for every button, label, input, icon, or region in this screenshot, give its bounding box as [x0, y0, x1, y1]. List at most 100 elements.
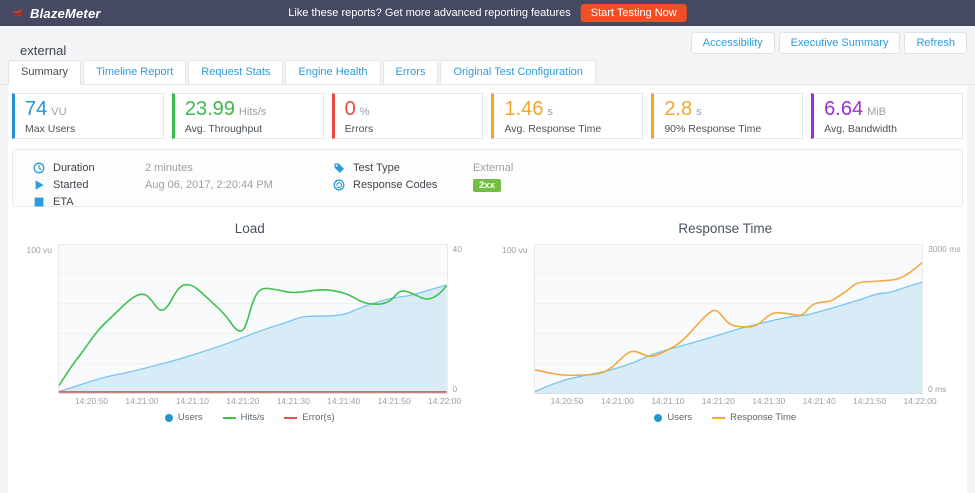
detail-row-eta: ETA: [33, 193, 333, 210]
kpi-unit: %: [360, 106, 370, 118]
legend-item-error-s[interactable]: Error(s): [284, 412, 334, 423]
page-title: external: [20, 43, 66, 58]
tab-request-stats[interactable]: Request Stats: [188, 60, 283, 85]
legend-line-swatch: [284, 417, 297, 419]
detail-value: 2xx: [473, 179, 501, 192]
report-tabs: SummaryTimeline ReportRequest StatsEngin…: [0, 60, 975, 85]
kpi-value: 0: [345, 98, 356, 120]
square-icon: [33, 196, 45, 208]
x-tick-label: 14:21:10: [651, 396, 684, 406]
detail-value-wrap: 2 minutes: [145, 162, 333, 174]
legend-label: Users: [667, 412, 692, 423]
kpi-label: Errors: [345, 123, 473, 135]
legend-item-response-time[interactable]: Response Time: [712, 412, 796, 423]
tab-original-test-configuration[interactable]: Original Test Configuration: [440, 60, 595, 85]
kpi-label: 90% Response Time: [664, 123, 792, 135]
x-tick-label: 14:21:50: [853, 396, 886, 406]
detail-row-test-type: Test TypeExternal: [333, 159, 962, 176]
response-codes-icon: [333, 179, 345, 191]
chart-plot-area: [58, 244, 448, 394]
start-testing-button[interactable]: Start Testing Now: [581, 4, 687, 22]
detail-value: 2 minutes: [145, 162, 193, 174]
legend-dot-swatch: [165, 414, 173, 422]
legend-item-users[interactable]: Users: [654, 412, 692, 423]
detail-row-response-codes: Response Codes2xx: [333, 176, 962, 193]
right-axis-bottom-label: 0: [453, 384, 488, 394]
x-tick-label: 14:21:20: [226, 396, 259, 406]
refresh-button[interactable]: Refresh: [904, 32, 967, 54]
right-axis-top-label: 3000 ms: [928, 244, 963, 254]
detail-value: External: [473, 162, 513, 174]
blazemeter-logo[interactable]: BlazeMeter: [10, 6, 101, 21]
x-tick-label: 14:21:10: [176, 396, 209, 406]
detail-label: Test Type: [353, 162, 473, 174]
detail-label: Started: [53, 179, 145, 191]
accessibility-button[interactable]: Accessibility: [691, 32, 775, 54]
kpi-unit: MiB: [867, 106, 886, 118]
tab-timeline-report[interactable]: Timeline Report: [83, 60, 186, 85]
x-tick-label: 14:21:30: [277, 396, 310, 406]
tab-errors[interactable]: Errors: [383, 60, 439, 85]
x-tick-label: 14:22:00: [904, 396, 937, 406]
kpi-label: Max Users: [25, 123, 153, 135]
brand-text: BlazeMeter: [30, 6, 101, 21]
clock-icon: [33, 162, 45, 174]
right-axis-bottom-label: 0 ms: [928, 384, 963, 394]
x-axis: 14:20:5014:21:0014:21:1014:21:2014:21:30…: [534, 394, 924, 407]
x-tick-label: 14:21:40: [803, 396, 836, 406]
detail-row-duration: Duration2 minutes: [33, 159, 333, 176]
kpi-card-avg-bandwidth: 6.64MiBAvg. Bandwidth: [811, 93, 963, 139]
test-details-right-column: Test TypeExternalResponse Codes2xx: [333, 159, 962, 197]
chart-title: Load: [12, 221, 488, 236]
blazemeter-flame-icon: [10, 7, 26, 19]
kpi-card-avg-throughput: 23.99Hits/sAvg. Throughput: [172, 93, 324, 139]
kpi-label: Avg. Response Time: [504, 123, 632, 135]
legend-label: Hits/s: [241, 412, 265, 423]
legend-item-hits-s[interactable]: Hits/s: [223, 412, 265, 423]
kpi-value: 74: [25, 98, 47, 120]
x-tick-label: 14:22:00: [428, 396, 461, 406]
legend-item-users[interactable]: Users: [165, 412, 203, 423]
kpi-card-max-users: 74 VU Max Users: [12, 93, 164, 139]
kpi-unit: s: [547, 106, 553, 118]
tab-summary[interactable]: Summary: [8, 60, 81, 85]
chart-legend: Users Hits/s Error(s): [12, 412, 488, 423]
report-header: external AccessibilityExecutive SummaryR…: [0, 26, 975, 60]
legend-label: Error(s): [302, 412, 334, 423]
left-axis-label: 100 vu: [20, 244, 58, 394]
chart-plot-area: [534, 244, 924, 394]
tab-engine-health[interactable]: Engine Health: [285, 60, 380, 85]
kpi-card-90-response-time: 2.8s90% Response Time: [651, 93, 803, 139]
legend-label: Users: [178, 412, 203, 423]
summary-panel: 74VUMax Users23.99Hits/sAvg. Throughput0…: [8, 85, 967, 493]
kpi-value: 2.8: [664, 98, 692, 120]
left-axis-label: 100 vu: [496, 244, 534, 394]
x-axis: 14:20:50 14:21:00 14:21:10 14:21:20 14:21:30…: [58, 394, 448, 407]
load-chart: Load100 vu40014:20:5014:21:0014:21:1014:…: [12, 221, 488, 423]
response-time-chart: Response Time 100 vu 3000 ms 0 ms 14:20:5014…: [488, 221, 964, 423]
kpi-label: Avg. Bandwidth: [824, 123, 952, 135]
detail-label: Duration: [53, 162, 145, 174]
test-details-box: Duration2 minutesStartedAug 06, 2017, 2:…: [12, 149, 963, 207]
top-bar: BlazeMeter Like these reports? Get more …: [0, 0, 975, 26]
test-details-left-column: Duration2 minutesStartedAug 06, 2017, 2:…: [33, 159, 333, 197]
kpi-unit: VU: [51, 106, 66, 118]
x-tick-label: 14:21:40: [327, 396, 360, 406]
detail-value-wrap: Aug 06, 2017, 2:20:44 PM: [145, 179, 333, 191]
legend-line-swatch: [223, 417, 236, 419]
right-axis: 3000 ms 0 ms: [923, 244, 963, 394]
x-tick-label: 14:21:00: [125, 396, 158, 406]
detail-row-started: StartedAug 06, 2017, 2:20:44 PM: [33, 176, 333, 193]
kpi-label: Avg. Throughput: [185, 123, 313, 135]
detail-label: Response Codes: [353, 179, 473, 191]
promo-text: Like these reports? Get more advanced re…: [288, 7, 571, 19]
x-tick-label: 14:21:50: [378, 396, 411, 406]
play-icon: [33, 179, 45, 191]
tag-icon: [333, 162, 345, 174]
x-tick-label: 14:20:50: [75, 396, 108, 406]
right-axis: 400: [448, 244, 488, 394]
kpi-card-errors: 0% Errors: [332, 93, 484, 139]
kpi-cards-row: 74VUMax Users23.99Hits/sAvg. Throughput0…: [12, 93, 963, 139]
legend-label: Response Time: [730, 412, 796, 423]
executive-summary-button[interactable]: Executive Summary: [779, 32, 901, 54]
